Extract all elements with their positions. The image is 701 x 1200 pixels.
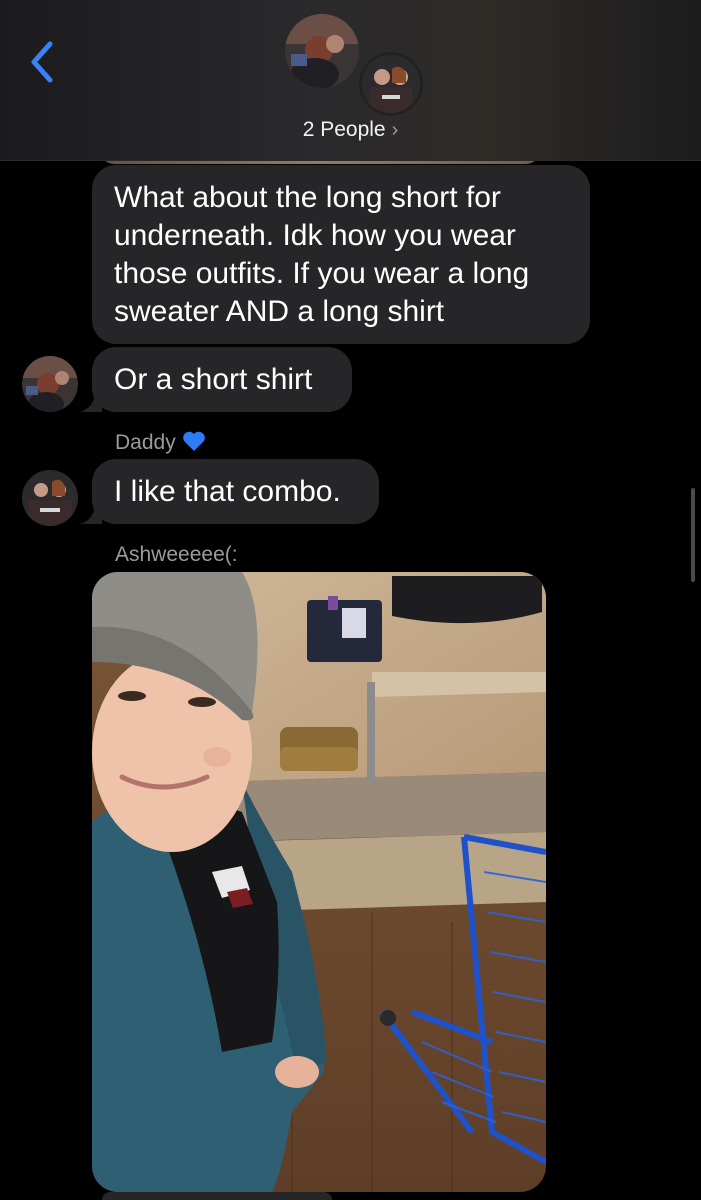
message-text: I like that combo. [114,475,341,508]
back-button[interactable] [22,38,62,86]
sender-name: Ashweeeee(: [115,543,238,566]
scrollbar[interactable] [691,488,695,582]
message-bubble[interactable]: Or a short shirt [92,347,352,412]
sender-name: Daddy [115,430,206,458]
photo-attachment[interactable] [92,572,546,1192]
message-text: Or a short shirt [114,363,313,396]
group-avatar-secondary[interactable] [359,52,423,116]
group-details-link[interactable]: 2 People › [0,118,701,142]
group-avatar-primary[interactable] [285,14,359,88]
avatar[interactable] [22,470,78,526]
blue-heart-icon [182,430,206,458]
chevron-right-icon: › [391,119,399,141]
message-bubble[interactable]: I like that combo. [92,459,379,524]
next-message-edge [102,1192,332,1200]
avatar[interactable] [22,356,78,412]
message-bubble[interactable]: What about the long short for underneath… [92,165,590,344]
message-text: What about the long short for underneath… [114,181,530,328]
group-people-label: 2 People [302,118,386,141]
chevron-left-icon [31,41,53,83]
conversation-header: 2 People › [0,0,701,161]
